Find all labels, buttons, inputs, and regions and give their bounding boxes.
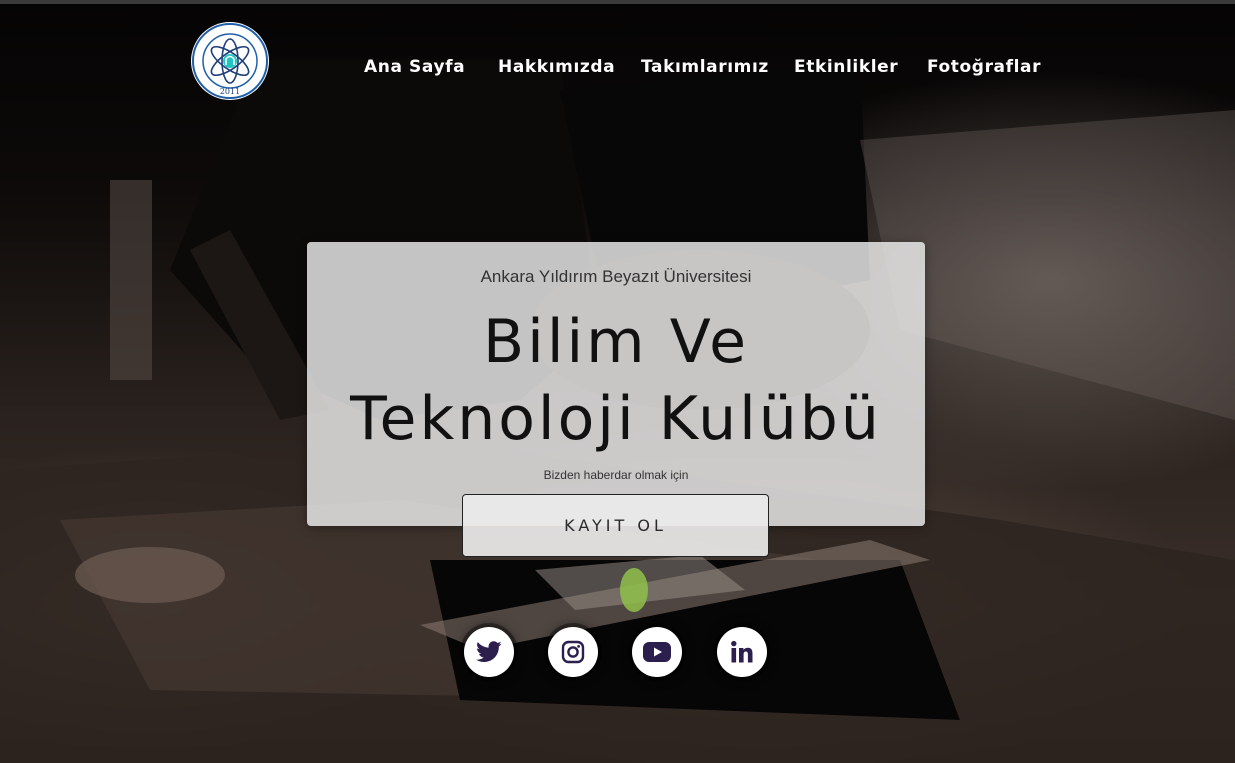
university-name: Ankara Yıldırım Beyazıt Üniversitesi (480, 267, 752, 286)
logo-year: 2011 (220, 87, 240, 96)
twitter-link[interactable] (464, 627, 514, 677)
nav-item-events[interactable]: Etkinlikler (794, 57, 898, 77)
instagram-icon (561, 640, 585, 664)
youtube-icon (643, 642, 671, 662)
linkedin-link[interactable] (717, 627, 767, 677)
top-border (0, 0, 1235, 4)
twitter-icon (476, 641, 502, 662)
hero-card: Ankara Yıldırım Beyazıt Üniversitesi Bil… (307, 242, 925, 526)
landing-page: 2011 Ana Sayfa Hakkımızda Takımlarımız E… (0, 0, 1235, 763)
hero-title-line-1: Bilim Ve (483, 307, 749, 377)
nav-item-teams[interactable]: Takımlarımız (641, 57, 769, 77)
hero-title-line-2: Teknoloji Kulübü (350, 384, 882, 454)
nav-item-home[interactable]: Ana Sayfa (364, 57, 465, 77)
hero-title: Bilim Ve Teknoloji Kulübü (307, 304, 925, 458)
signup-note: Bizden haberdar olmak için (543, 468, 689, 482)
register-button[interactable]: KAYIT OL (462, 494, 769, 557)
youtube-link[interactable] (632, 627, 682, 677)
main-navigation: Ana Sayfa Hakkımızda Takımlarımız Etkinl… (0, 57, 1235, 81)
linkedin-icon (731, 640, 753, 663)
instagram-link[interactable] (548, 627, 598, 677)
nav-item-about[interactable]: Hakkımızda (498, 57, 615, 77)
nav-item-photos[interactable]: Fotoğraflar (927, 57, 1041, 77)
